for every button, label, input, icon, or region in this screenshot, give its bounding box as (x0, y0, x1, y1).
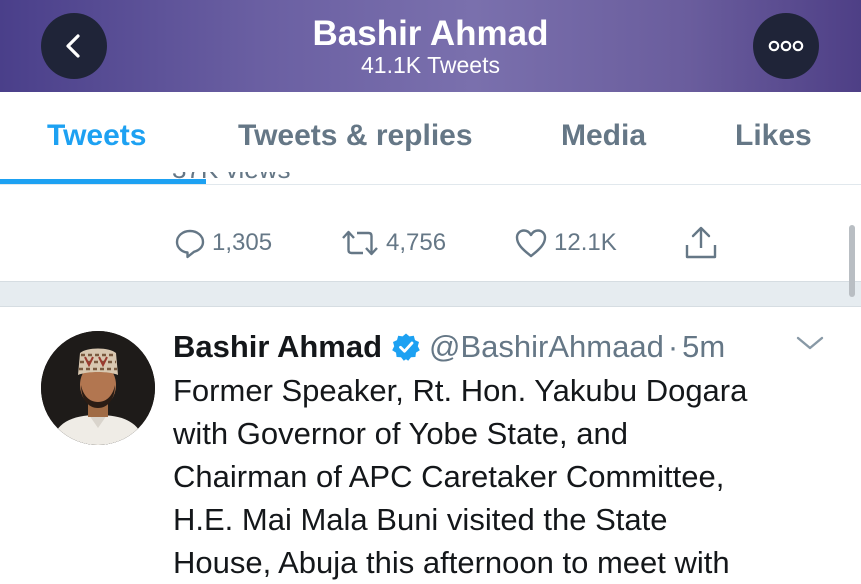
retweet-icon (342, 230, 378, 256)
tab-likes[interactable]: Likes (735, 118, 812, 154)
reply-button[interactable]: 1,305 (174, 222, 272, 264)
tweet-count: 41.1K Tweets (361, 52, 500, 78)
meta-separator: · (667, 329, 679, 364)
view-count-partial: 37K views (172, 172, 322, 186)
profile-tabs: Tweets Tweets & replies Media Likes (0, 92, 861, 185)
heart-icon (515, 229, 547, 258)
share-icon (685, 226, 717, 259)
more-button[interactable] (753, 13, 819, 79)
like-button[interactable]: 12.1K (514, 222, 617, 264)
tweet-text-line: with Governor of Yobe State, and (173, 416, 628, 451)
like-count: 12.1K (554, 229, 617, 256)
chevron-down-icon (796, 336, 824, 350)
avatar[interactable] (41, 331, 155, 445)
tweet-text-line: House, Abuja this afternoon to meet with (173, 545, 730, 580)
tab-media[interactable]: Media (561, 118, 646, 154)
verified-badge-icon (391, 332, 421, 362)
tweet-actions: 1,305 4,756 12.1K (0, 222, 861, 264)
retweet-button[interactable]: 4,756 (340, 222, 446, 264)
tweet-separator (0, 281, 861, 307)
retweet-count: 4,756 (386, 229, 447, 256)
reply-icon (175, 229, 205, 259)
scrollbar[interactable] (849, 225, 855, 297)
tweet-text: Former Speaker, Rt. Hon. Yakubu Dogara w… (173, 369, 833, 584)
tab-tweets-and-replies[interactable]: Tweets & replies (238, 118, 473, 154)
tweet-timestamp[interactable]: 5m (682, 329, 725, 365)
author-name[interactable]: Bashir Ahmad (173, 329, 382, 365)
profile-header: Bashir Ahmad 41.1K Tweets (0, 0, 861, 92)
tweet-text-line: Chairman of APC Caretaker Committee, (173, 459, 725, 494)
tweet-text-line: Former Speaker, Rt. Hon. Yakubu Dogara (173, 373, 748, 408)
tweet-header: Bashir Ahmad @BashirAhmaad · 5m (173, 325, 725, 369)
more-icon (768, 40, 804, 52)
tab-tweets[interactable]: Tweets (47, 118, 146, 154)
tweet-menu-button[interactable] (795, 333, 825, 358)
profile-name: Bashir Ahmad (312, 14, 549, 53)
tweet-text-line: H.E. Mai Mala Buni visited the State (173, 502, 668, 537)
share-button[interactable] (684, 222, 724, 264)
author-handle[interactable]: @BashirAhmaad (429, 329, 664, 365)
reply-count: 1,305 (212, 229, 273, 256)
